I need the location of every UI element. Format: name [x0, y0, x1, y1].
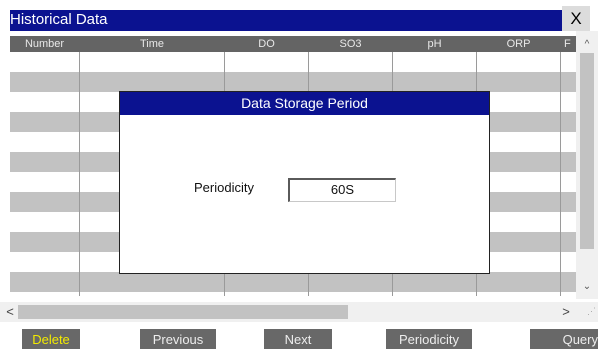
query-button[interactable]: Query [530, 329, 598, 349]
horizontal-scroll-thumb[interactable] [18, 305, 348, 319]
resize-grip-icon: ⋰ [587, 306, 596, 316]
scroll-up-icon[interactable]: ^ [576, 37, 598, 53]
column-header-ph[interactable]: pH [393, 36, 476, 52]
table-row[interactable] [10, 272, 576, 292]
close-button[interactable]: X [562, 6, 590, 31]
periodicity-label: Periodicity [194, 180, 254, 195]
delete-button[interactable]: Delete [22, 329, 80, 349]
column-divider [560, 52, 561, 296]
periodicity-input[interactable]: 60S [288, 178, 396, 202]
vertical-scroll-thumb[interactable] [580, 53, 594, 249]
table-row[interactable] [10, 72, 576, 92]
title-bar: Historical Data [10, 10, 576, 31]
column-header-orp[interactable]: ORP [477, 36, 560, 52]
column-header-so3[interactable]: SO3 [309, 36, 392, 52]
historical-data-window: Historical Data X Number Time DO SO3 pH … [0, 0, 598, 349]
column-header-time[interactable]: Time [80, 36, 224, 52]
data-storage-period-dialog: Data Storage Period Periodicity 60S [119, 91, 490, 274]
scroll-left-icon[interactable]: < [2, 302, 18, 322]
table-row[interactable] [10, 52, 576, 72]
previous-button[interactable]: Previous [140, 329, 216, 349]
vertical-scrollbar[interactable]: ^ ⌄ [576, 31, 598, 299]
column-header-f[interactable]: F [561, 36, 576, 52]
column-divider [79, 52, 80, 296]
column-header-number[interactable]: Number [10, 36, 79, 52]
window-title: Historical Data [10, 11, 108, 28]
scroll-right-icon[interactable]: > [558, 302, 574, 322]
column-header-do[interactable]: DO [225, 36, 308, 52]
next-button[interactable]: Next [264, 329, 332, 349]
table-header: Number Time DO SO3 pH ORP F [10, 36, 576, 52]
horizontal-scrollbar[interactable]: < > ⋰ [0, 302, 598, 322]
periodicity-button[interactable]: Periodicity [386, 329, 472, 349]
dialog-title: Data Storage Period [120, 92, 489, 115]
scroll-down-icon[interactable]: ⌄ [576, 279, 598, 295]
